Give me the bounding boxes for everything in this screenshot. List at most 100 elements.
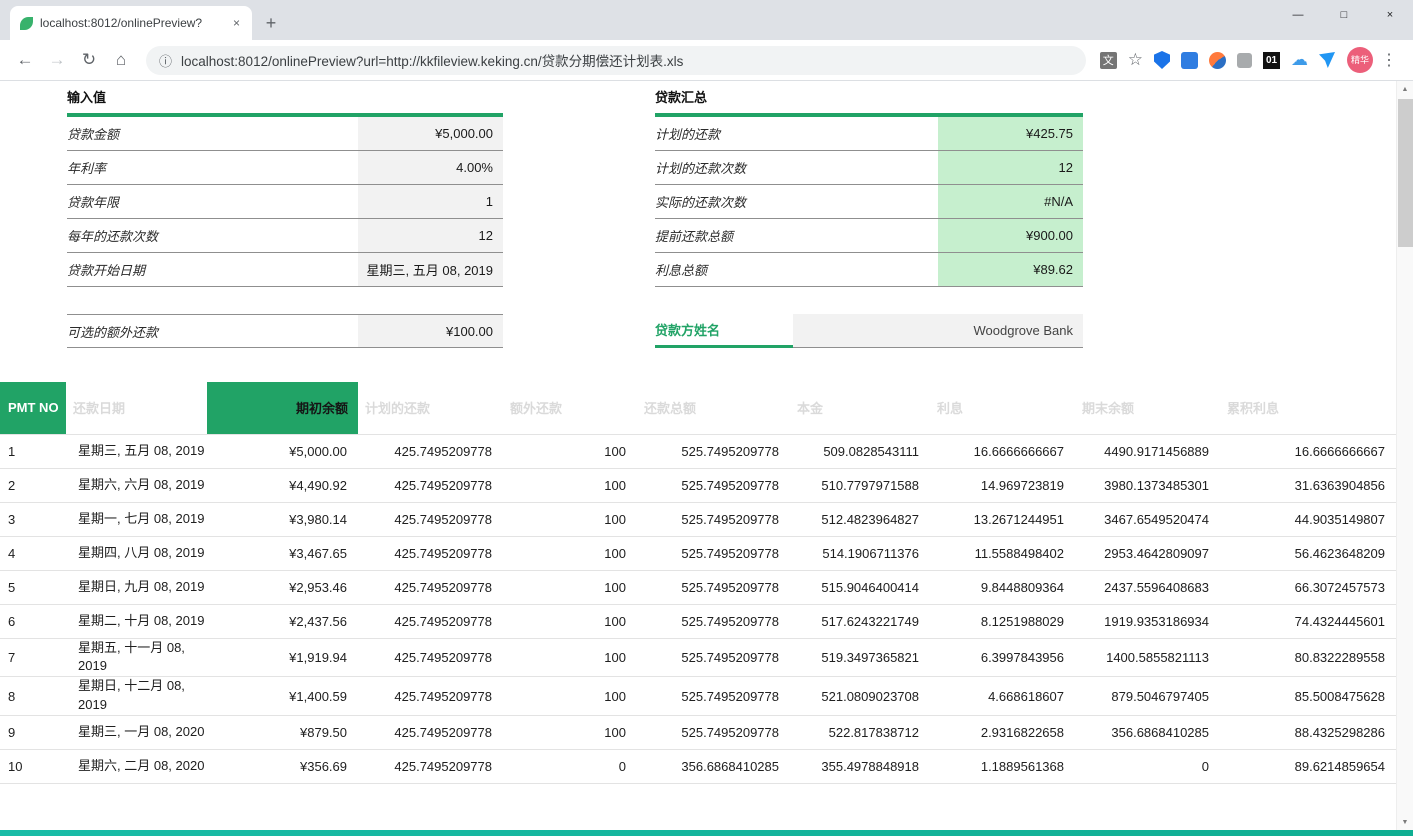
amort-cell: 100 [503, 677, 637, 716]
amort-cell: 425.7495209778 [358, 638, 503, 677]
home-button[interactable]: ⌂ [106, 45, 136, 75]
bookmark-star-icon[interactable]: ☆ [1128, 50, 1143, 70]
amort-cell: 525.7495209778 [637, 677, 790, 716]
round-extension-icon[interactable] [1209, 52, 1226, 69]
amort-col-header-2: 期初余额 [207, 382, 358, 434]
amort-row: 8星期日, 十二月 08, 2019¥1,400.59425.749520977… [0, 677, 1396, 716]
cell-label: 每年的还款次数 [67, 219, 358, 252]
amort-col-header-8: 期末余额 [1075, 382, 1220, 434]
profile-avatar[interactable]: 精华 [1347, 47, 1373, 73]
amort-col-header-7: 利息 [930, 382, 1075, 434]
amort-row: 9星期三, 一月 08, 2020¥879.50425.749520977810… [0, 715, 1396, 749]
cell-label: 年利率 [67, 151, 358, 184]
scrollbar-thumb[interactable] [1398, 99, 1413, 247]
amort-cell: 4490.9171456889 [1075, 434, 1220, 468]
amort-cell: ¥1,919.94 [207, 638, 358, 677]
page-info-icon[interactable]: ⓘ [159, 51, 172, 70]
sheet-row: 利息总额¥89.62 [655, 253, 1083, 287]
amort-cell: 3 [0, 502, 66, 536]
amort-cell: 517.6243221749 [790, 604, 930, 638]
amort-cell: 3467.6549520474 [1075, 502, 1220, 536]
amort-cell: 510.7797971588 [790, 468, 930, 502]
amort-cell: 0 [1075, 749, 1220, 783]
amort-cell: 100 [503, 536, 637, 570]
amort-cell: 512.4823964827 [790, 502, 930, 536]
cell-label: 计划的还款 [655, 117, 938, 150]
shield-extension-icon[interactable] [1154, 51, 1170, 69]
page-content: 输入值 贷款金额¥5,000.00年利率4.00%贷款年限1每年的还款次数12贷… [0, 81, 1413, 836]
amort-cell: 425.7495209778 [358, 434, 503, 468]
badge-extension-icon[interactable]: 01 [1263, 52, 1280, 69]
amort-cell: 2437.5596408683 [1075, 570, 1220, 604]
extension-icons: 文 ☆ 01 ☁ [1096, 50, 1339, 70]
amort-cell: 1400.5855821113 [1075, 638, 1220, 677]
amort-row: 10星期六, 二月 08, 2020¥356.69425.74952097780… [0, 749, 1396, 783]
amort-header-row: PMT NO还款日期期初余额计划的还款额外还款还款总额本金利息期末余额累积利息 [0, 382, 1396, 434]
sheet-row: 可选的额外还款 ¥100.00 [67, 314, 503, 348]
summary-section-title: 贷款汇总 [655, 87, 1083, 106]
amort-cell: 100 [503, 468, 637, 502]
blue-extension-icon[interactable] [1181, 52, 1198, 69]
extra-payment-row: 可选的额外还款 ¥100.00 [67, 314, 503, 348]
spreadsheet-preview: 输入值 贷款金额¥5,000.00年利率4.00%贷款年限1每年的还款次数12贷… [0, 81, 1396, 830]
sheet-row: 年利率4.00% [67, 151, 503, 185]
scroll-down-icon[interactable]: ▼ [1397, 814, 1413, 830]
forward-button[interactable]: → [42, 45, 72, 75]
amort-row: 1星期三, 五月 08, 2019¥5,000.00425.7495209778… [0, 434, 1396, 468]
maximize-button[interactable]: □ [1321, 0, 1367, 30]
browser-menu-icon[interactable]: ⋮ [1375, 50, 1403, 70]
refresh-button[interactable]: ↻ [74, 45, 104, 75]
amort-cell: ¥2,953.46 [207, 570, 358, 604]
amort-cell: 星期四, 八月 08, 2019 [66, 536, 207, 570]
lender-value: Woodgrove Bank [793, 314, 1083, 348]
cell-value: ¥100.00 [358, 315, 503, 347]
gray-extension-icon[interactable] [1237, 53, 1252, 68]
address-bar[interactable]: ⓘ localhost:8012/onlinePreview?url=http:… [146, 46, 1086, 75]
new-tab-button[interactable]: + [256, 8, 286, 38]
cell-label: 利息总额 [655, 253, 938, 286]
cell-value: ¥425.75 [938, 117, 1083, 150]
amort-cell: 0 [503, 749, 637, 783]
cell-value: ¥5,000.00 [358, 117, 503, 150]
minimize-button[interactable]: — [1275, 0, 1321, 30]
window-titlebar: localhost:8012/onlinePreview? × + — □ × [0, 0, 1413, 40]
amort-cell: 425.7495209778 [358, 502, 503, 536]
bird-extension-icon[interactable] [1319, 52, 1335, 68]
close-button[interactable]: × [1367, 0, 1413, 30]
amort-cell: 星期三, 五月 08, 2019 [66, 434, 207, 468]
amort-cell: 74.4324445601 [1220, 604, 1396, 638]
amort-cell: 7 [0, 638, 66, 677]
amort-cell: ¥5,000.00 [207, 434, 358, 468]
amort-col-header-1: 还款日期 [66, 382, 207, 434]
google-translate-icon[interactable]: 文 [1100, 52, 1117, 69]
cell-value: 12 [358, 219, 503, 252]
amort-cell: 4.668618607 [930, 677, 1075, 716]
amort-cell: 525.7495209778 [637, 502, 790, 536]
amort-row: 3星期一, 七月 08, 2019¥3,980.14425.7495209778… [0, 502, 1396, 536]
vertical-scrollbar[interactable]: ▲ ▼ [1396, 81, 1413, 830]
input-rows: 贷款金额¥5,000.00年利率4.00%贷款年限1每年的还款次数12贷款开始日… [67, 117, 503, 287]
amort-cell: 星期六, 六月 08, 2019 [66, 468, 207, 502]
page-bottom-strip [0, 830, 1413, 836]
input-section-title: 输入值 [67, 87, 503, 106]
cloud-extension-icon[interactable]: ☁ [1291, 50, 1308, 70]
amort-cell: 56.4623648209 [1220, 536, 1396, 570]
tab-close-icon[interactable]: × [231, 16, 242, 30]
amort-cell: 6.3997843956 [930, 638, 1075, 677]
amort-cell: 8.1251988029 [930, 604, 1075, 638]
cell-value: ¥89.62 [938, 253, 1083, 286]
amort-cell: 2.9316822658 [930, 715, 1075, 749]
amort-cell: 1919.9353186934 [1075, 604, 1220, 638]
amort-cell: 509.0828543111 [790, 434, 930, 468]
browser-tab[interactable]: localhost:8012/onlinePreview? × [10, 6, 252, 40]
amort-cell: 355.4978848918 [790, 749, 930, 783]
back-button[interactable]: ← [10, 45, 40, 75]
cell-value: 12 [938, 151, 1083, 184]
amort-cell: 100 [503, 434, 637, 468]
cell-value: 4.00% [358, 151, 503, 184]
scroll-up-icon[interactable]: ▲ [1397, 81, 1413, 97]
amort-row: 6星期二, 十月 08, 2019¥2,437.56425.7495209778… [0, 604, 1396, 638]
kkfileview-leaf-favicon [20, 17, 33, 30]
amort-cell: 13.2671244951 [930, 502, 1075, 536]
amort-cell: 星期二, 十月 08, 2019 [66, 604, 207, 638]
